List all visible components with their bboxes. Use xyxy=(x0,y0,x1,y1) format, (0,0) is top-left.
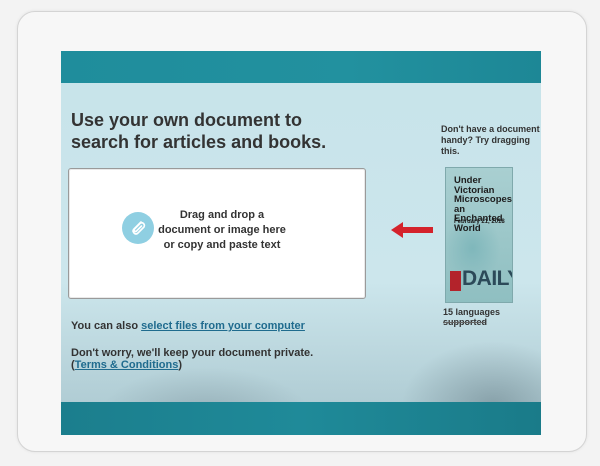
languages-supported-link[interactable]: 15 languages supported xyxy=(443,307,541,327)
top-banner xyxy=(61,51,541,83)
privacy-notice: Don't worry, we'll keep your document pr… xyxy=(71,347,351,371)
terms-link[interactable]: Terms & Conditions xyxy=(75,359,179,371)
terms-line: (Terms & Conditions) xyxy=(71,359,351,371)
page-title: Use your own document to search for arti… xyxy=(71,110,327,152)
document-dropzone[interactable]: Drag and drop a document or image here o… xyxy=(68,168,366,299)
privacy-text: Don't worry, we'll keep your document pr… xyxy=(71,347,314,359)
left-arrow-icon xyxy=(391,222,433,243)
languages-underline xyxy=(443,322,485,323)
bottom-banner xyxy=(61,402,541,435)
terms-close: ) xyxy=(178,359,183,371)
app-screen: Use your own document to search for arti… xyxy=(61,51,541,435)
sample-prompt: Don't have a document handy? Try draggin… xyxy=(441,124,540,156)
publisher-seal-icon xyxy=(450,271,461,291)
cover-brand: DAILY xyxy=(462,267,512,290)
file-select-line: You can also select files from your comp… xyxy=(71,320,305,332)
dropzone-instructions: Drag and drop a document or image here o… xyxy=(158,209,286,251)
select-files-link[interactable]: select files from your computer xyxy=(141,320,305,332)
cover-date: February 21, 2018 xyxy=(454,219,505,225)
paperclip-icon xyxy=(122,212,154,244)
file-select-prefix: You can also xyxy=(71,320,139,332)
sample-document-cover[interactable]: Under Victorian Microscopes, an Enchante… xyxy=(445,167,513,303)
